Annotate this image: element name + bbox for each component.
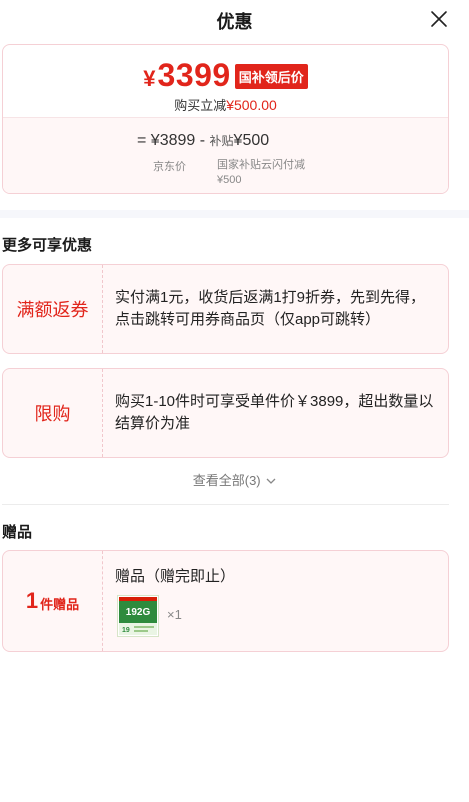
promo-description: 实付满1元，收货后返满1打9折券，先到先得，点击跳转可用券商品页（仅app可跳转… <box>115 289 426 328</box>
view-all-label: 查看全部(3) <box>192 473 261 488</box>
discount-prefix: 购买立减 <box>174 98 227 113</box>
gift-card[interactable]: 1 件赠品 赠品（赠完即止） 192G 19 ×1 <box>2 550 449 652</box>
gift-count-block: 1 件赠品 <box>3 551 103 651</box>
promo-label: 限购 <box>3 369 103 457</box>
gift-thumb-label: 192G <box>126 607 151 618</box>
gift-unit: 件赠品 <box>40 596 80 612</box>
currency-symbol: ¥ <box>143 65 156 91</box>
discount-amount: ¥500.00 <box>226 97 277 113</box>
svg-text:19: 19 <box>122 627 130 634</box>
section-divider <box>0 210 469 218</box>
subsidy-word: 补贴 <box>209 134 234 148</box>
gift-quantity: ×1 <box>167 607 182 622</box>
gift-count: 1 <box>25 588 39 613</box>
gift-thumbnail[interactable]: 192G 19 <box>117 595 159 637</box>
page-title: 优惠 <box>216 12 253 32</box>
discount-line: 购买立减¥500.00 <box>3 95 448 114</box>
price-breakdown: = ¥3899 - 补贴¥500 京东价 国家补贴云闪付减¥500 <box>3 117 448 193</box>
final-price-row: ¥ 3399 国补领后价 <box>3 57 448 94</box>
subsidy-amount: ¥500 <box>233 132 270 149</box>
jd-price: ¥3899 <box>150 132 196 149</box>
gifts-section-title: 赠品 <box>2 524 33 541</box>
promo-label: 满额返券 <box>3 265 103 353</box>
view-all-button[interactable]: 查看全部(3) <box>0 470 469 489</box>
promo-card-coupon[interactable]: 满额返券 实付满1元，收货后返满1打9折券，先到先得，点击跳转可用券商品页（仅a… <box>2 264 449 354</box>
final-price: 3399 <box>157 57 231 93</box>
subsidy-label: 国家补贴云闪付减¥500 <box>217 159 305 186</box>
promo-card-limit[interactable]: 限购 购买1-10件时可享受单件价￥3899，超出数量以结算价为准 <box>2 368 449 458</box>
promo-description: 购买1-10件时可享受单件价￥3899，超出数量以结算价为准 <box>115 393 434 432</box>
chevron-down-icon <box>266 478 276 484</box>
promotions-section-title: 更多可享优惠 <box>2 237 93 254</box>
close-icon[interactable] <box>428 8 450 30</box>
minus-sign: - <box>199 132 206 149</box>
divider-line <box>2 504 449 505</box>
equals-sign: = <box>137 132 147 149</box>
gift-details: 赠品（赠完即止） 192G 19 ×1 <box>103 551 448 651</box>
header: 优惠 <box>0 0 469 40</box>
gift-name: 赠品（赠完即止） <box>115 568 236 585</box>
jd-price-label: 京东价 <box>153 161 186 173</box>
price-formula: = ¥3899 - 补贴¥500 <box>137 132 269 150</box>
price-summary: ¥ 3399 国补领后价 购买立减¥500.00 <box>3 45 448 117</box>
price-card: ¥ 3399 国补领后价 购买立减¥500.00 = ¥3899 - 补贴¥50… <box>2 44 449 194</box>
subsidy-price-badge: 国补领后价 <box>234 64 308 89</box>
